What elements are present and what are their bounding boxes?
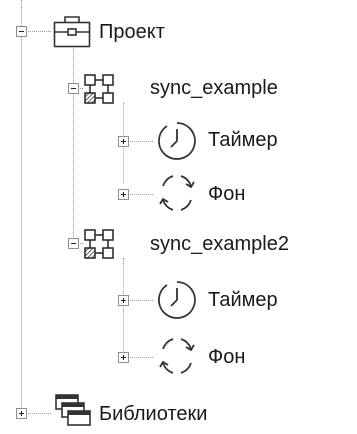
- expand-toggle[interactable]: [118, 295, 129, 306]
- tree-node-label: sync_example2: [150, 233, 289, 255]
- cycle-icon: [159, 338, 195, 374]
- tree-node-label: Фон: [208, 346, 246, 368]
- collapse-toggle[interactable]: [68, 238, 79, 249]
- program-blocks-icon: [84, 74, 114, 104]
- expand-toggle[interactable]: [16, 408, 27, 419]
- tree-connector: [123, 258, 124, 358]
- expand-toggle[interactable]: [118, 189, 129, 200]
- program-blocks-icon: [84, 229, 114, 259]
- tree-node-label: Проект: [99, 21, 165, 43]
- timer-icon: [158, 281, 196, 319]
- tree-node-label: Таймер: [208, 129, 278, 151]
- tree-node-label: sync_example: [150, 77, 278, 99]
- briefcase-icon: [53, 16, 91, 48]
- cycle-icon: [159, 175, 195, 211]
- collapse-toggle[interactable]: [16, 26, 27, 37]
- collapse-toggle[interactable]: [68, 83, 79, 94]
- tree-node-label: Библиотеки: [99, 403, 208, 425]
- expand-toggle[interactable]: [118, 352, 129, 363]
- timer-icon: [158, 122, 196, 160]
- libraries-icon: [55, 394, 91, 426]
- project-tree[interactable]: Проект sync_example Таймер Фон sync_exam…: [0, 0, 357, 434]
- expand-toggle[interactable]: [118, 136, 129, 147]
- tree-connector: [73, 45, 74, 243]
- tree-node-label: Таймер: [208, 289, 278, 311]
- tree-connector: [21, 0, 22, 414]
- tree-node-label: Фон: [208, 183, 246, 205]
